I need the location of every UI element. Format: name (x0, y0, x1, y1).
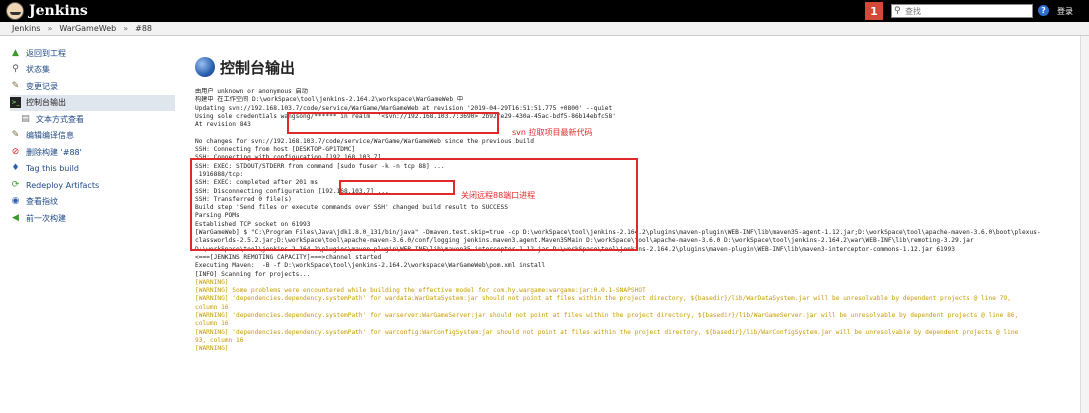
breadcrumb-build[interactable]: #88 (135, 24, 152, 33)
up-arrow-icon: ▲ (12, 47, 19, 58)
jenkins-butler-icon (6, 2, 24, 20)
breadcrumb-separator: » (123, 24, 129, 33)
sidebar-item-label: Tag this build (26, 164, 79, 174)
sidebar-item-changes[interactable]: ✎ 变更记录 (10, 78, 175, 95)
console-line: [WARNING] (195, 278, 229, 286)
console-line: 构建中 在工作空间 D:\workSpace\tool\jenkins-2.16… (195, 96, 464, 104)
console-globe-icon (195, 57, 215, 77)
sidebar-item-redeploy-artifacts[interactable]: ⟳ Redeploy Artifacts (10, 177, 175, 194)
console-line: No changes for svn://192.168.103.7/code/… (195, 137, 534, 145)
breadcrumb-project[interactable]: WarGameWeb (59, 24, 116, 33)
page-scrollbar[interactable] (1080, 36, 1089, 413)
breadcrumb: Jenkins » WarGameWeb » #88 (0, 22, 1089, 36)
sidebar-item-label: 删除构建 '#88' (26, 147, 82, 157)
console-line: [WARNING] (195, 345, 229, 353)
annotation-ssh-note: 关闭远程88端口进程 (461, 191, 536, 200)
console-line: 93, column 16 (195, 336, 244, 344)
console-line: [WARNING] 'dependencies.dependency.syste… (195, 312, 1019, 320)
console-line: [WARNING] Some problems were encountered… (195, 287, 646, 295)
console-line: <===[JENKINS REMOTING CAPACITY]===>chann… (195, 253, 382, 261)
notepad-icon: ✎ (11, 130, 20, 141)
sidebar: ▲ 返回到工程 ⚲ 状态集 ✎ 变更记录 >_ 控制台输出 ▤ 文本方式查看 ✎… (10, 45, 175, 227)
console-line: column 16 (195, 320, 229, 328)
sidebar-item-label: 前一次构建 (26, 213, 66, 223)
console-line: [WARNING] 'dependencies.dependency.syste… (195, 328, 1019, 336)
jenkins-logo[interactable]: Jenkins (6, 2, 88, 20)
sidebar-item-edit-build-info[interactable]: ✎ 编辑编译信息 (10, 128, 175, 145)
breadcrumb-jenkins[interactable]: Jenkins (12, 24, 40, 33)
help-icon[interactable]: ? (1038, 5, 1049, 16)
main-content: 控制台输出 (195, 55, 1080, 79)
sidebar-item-label: 编辑编译信息 (26, 131, 74, 141)
tag-icon: ♦ (11, 163, 20, 174)
console-line: 由用户 unknown or anonymous 启动 (195, 88, 308, 95)
search-icon: ⚲ (894, 5, 901, 16)
sidebar-item-view-as-text[interactable]: ▤ 文本方式查看 (10, 111, 175, 128)
notepad-icon: ✎ (11, 80, 20, 91)
terminal-icon: >_ (10, 97, 21, 109)
no-entry-icon: ⊘ (11, 146, 20, 157)
sidebar-item-label: 查看指纹 (26, 197, 58, 207)
login-link[interactable]: 登录 (1057, 6, 1073, 17)
title-row: 控制台输出 (195, 55, 1080, 79)
sidebar-item-label: 文本方式查看 (36, 114, 84, 124)
console-line: column 16 (195, 303, 229, 311)
sidebar-item-tag-build[interactable]: ♦ Tag this build (10, 161, 175, 178)
left-arrow-icon: ◀ (12, 212, 19, 223)
sidebar-item-status[interactable]: ⚲ 状态集 (10, 62, 175, 79)
document-icon: ▤ (21, 113, 30, 124)
annotation-box-svn (287, 112, 499, 134)
console-line: SSH: Connecting from host [DESKTOP-GP1TD… (195, 146, 356, 154)
annotation-svn-note: svn 拉取项目最新代码 (512, 128, 593, 137)
sidebar-item-label: 状态集 (26, 65, 50, 75)
breadcrumb-separator: » (47, 24, 53, 33)
magnifier-icon: ⚲ (12, 64, 19, 75)
fingerprint-icon: ◉ (11, 196, 20, 207)
sidebar-item-previous-build[interactable]: ◀ 前一次构建 (10, 210, 175, 227)
console-line: [WARNING] 'dependencies.dependency.syste… (195, 295, 1011, 303)
sidebar-item-delete-build[interactable]: ⊘ 删除构建 '#88' (10, 144, 175, 161)
sidebar-item-label: 控制台输出 (26, 98, 66, 108)
console-line: [INFO] Scanning for projects... (195, 270, 311, 278)
search-box: ⚲ (891, 4, 1033, 18)
sidebar-item-label: 返回到工程 (26, 48, 66, 58)
sidebar-item-label: Redeploy Artifacts (26, 180, 100, 190)
logo-text: Jenkins (29, 3, 88, 19)
search-input[interactable] (903, 5, 1028, 17)
page-title: 控制台输出 (220, 58, 296, 77)
notification-badge[interactable]: 1 (865, 2, 883, 20)
annotation-box-ssh (190, 158, 638, 251)
annotation-box-command (339, 180, 455, 195)
console-line: Executing Maven: -B -f D:\workSpace\tool… (195, 262, 546, 270)
top-bar: Jenkins 1 ⚲ ? 登录 (0, 0, 1089, 22)
sidebar-item-label: 变更记录 (26, 81, 58, 91)
sidebar-item-fingerprints[interactable]: ◉ 查看指纹 (10, 194, 175, 211)
sidebar-item-back-to-project[interactable]: ▲ 返回到工程 (10, 45, 175, 62)
redeploy-icon: ⟳ (11, 179, 20, 190)
sidebar-item-console-output[interactable]: >_ 控制台输出 (10, 94, 175, 111)
